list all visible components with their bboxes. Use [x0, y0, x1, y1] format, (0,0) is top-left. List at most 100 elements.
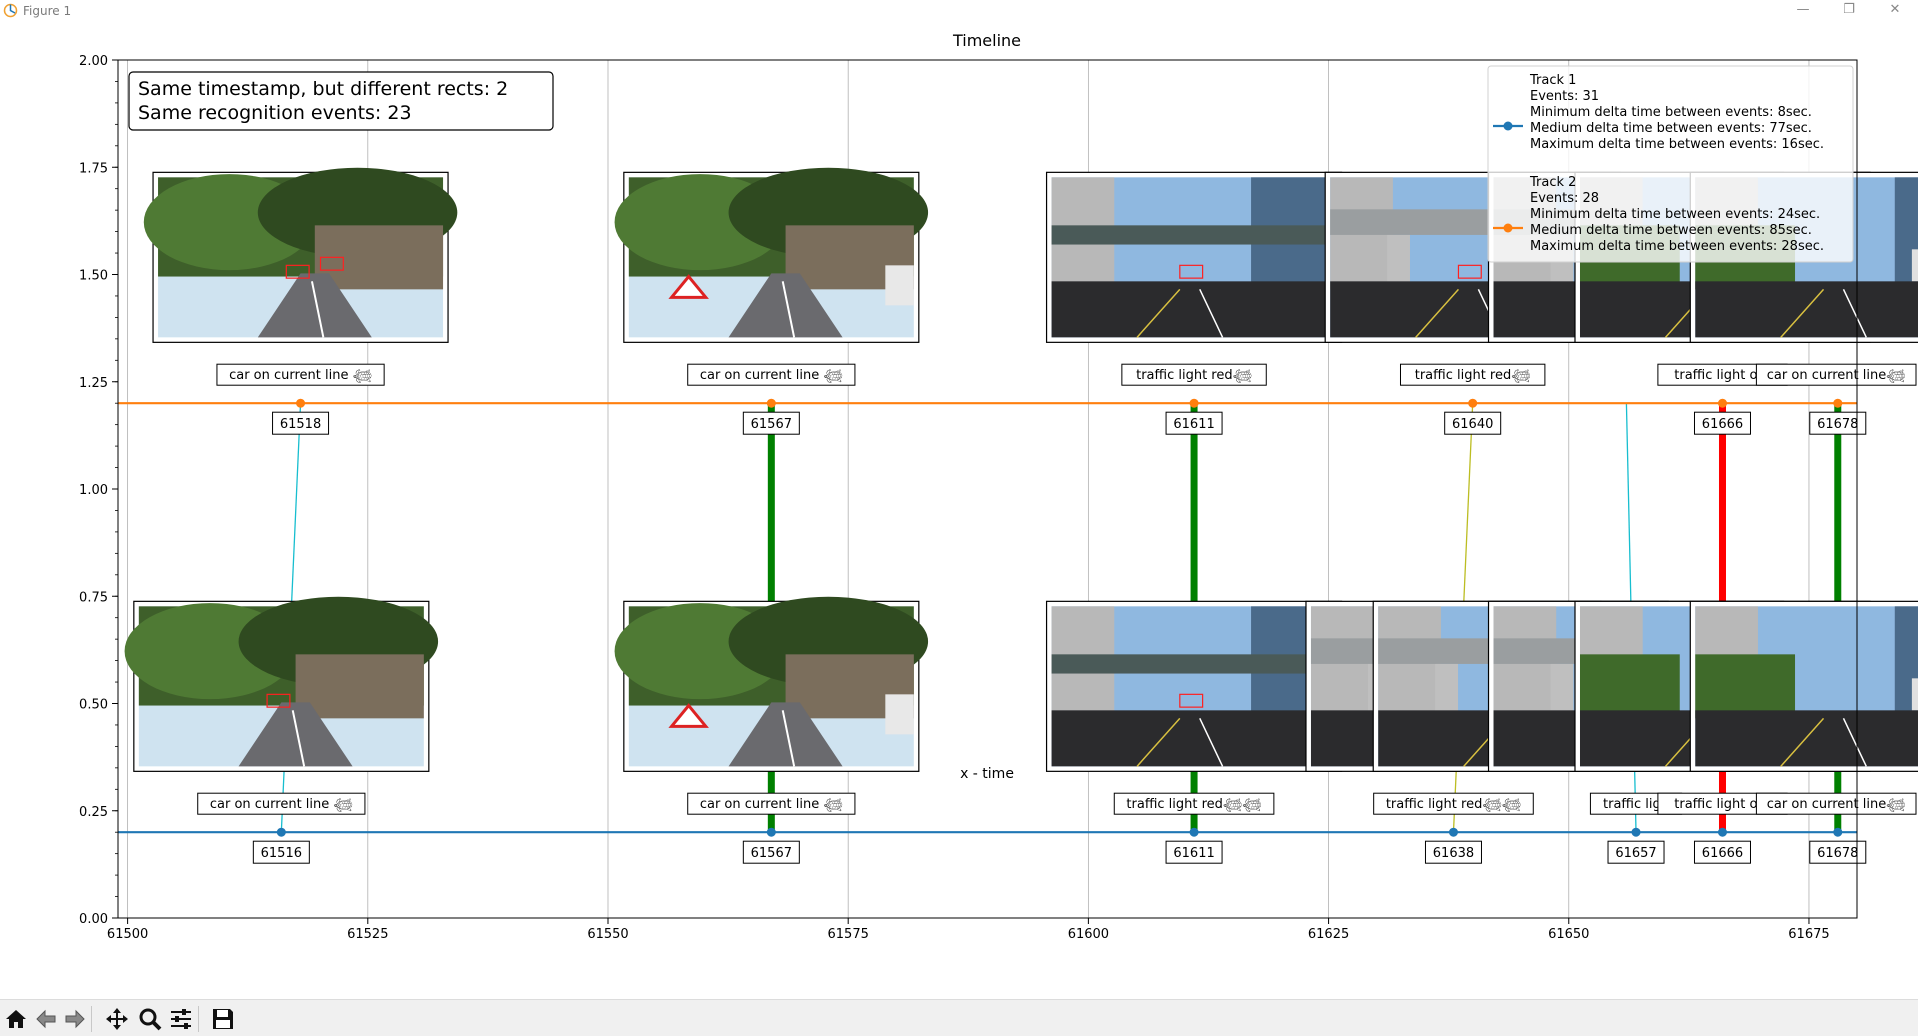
x-tick-label: 61600 [1068, 927, 1109, 942]
y-tick-label: 0.00 [79, 912, 108, 927]
arrow-right-icon [65, 1009, 85, 1029]
stats-line-2: Same recognition events: 23 [138, 102, 412, 124]
y-tick-label: 0.75 [79, 590, 108, 605]
event-id: 61678 [1817, 417, 1858, 432]
pan-button[interactable] [104, 1006, 130, 1032]
event-thumbnail [614, 596, 929, 772]
event-label: car on current line 𓆉 [229, 368, 372, 384]
legend-marker [1503, 121, 1513, 131]
y-tick-label: 0.25 [79, 805, 108, 820]
event-marker [766, 827, 776, 837]
restore-icon[interactable]: ❐ [1826, 0, 1872, 22]
event-thumbnail [143, 167, 458, 343]
y-tick-label: 1.00 [79, 483, 108, 498]
legend-text: Minimum delta time between events: 24sec… [1530, 207, 1820, 222]
legend-text: Events: 28 [1530, 191, 1599, 206]
event-id: 61518 [280, 417, 321, 432]
photo-pillar [1387, 234, 1410, 290]
event-id: 61657 [1615, 846, 1656, 861]
stats-line-1: Same timestamp, but different rects: 2 [138, 78, 508, 100]
event-label: car on current line 𓆉 [210, 797, 353, 813]
y-tick-label: 0.50 [79, 698, 108, 713]
event-marker [1448, 827, 1458, 837]
x-tick-label: 61500 [107, 927, 148, 942]
event-id: 61638 [1433, 846, 1474, 861]
home-button[interactable] [3, 1006, 29, 1032]
back-button[interactable] [33, 1006, 59, 1032]
event-thumbnail [1045, 600, 1343, 772]
forward-button[interactable] [62, 1006, 88, 1032]
save-button[interactable] [210, 1006, 236, 1032]
event-id: 61640 [1452, 417, 1493, 432]
event-id: 61567 [751, 846, 792, 861]
event-marker [1631, 827, 1641, 837]
event-marker [1833, 398, 1843, 408]
event-marker [1717, 827, 1727, 837]
event-marker [1189, 827, 1199, 837]
chart-title: Timeline [952, 31, 1021, 50]
timeline-chart: car on current line 𓆉 61516 car on current… [79, 31, 1918, 942]
floppy-disk-icon [213, 1009, 233, 1029]
event-id: 61666 [1702, 846, 1743, 861]
event-marker [1717, 398, 1727, 408]
event-marker [1189, 398, 1199, 408]
event-label: car on current line 𓆉 [700, 797, 843, 813]
photo-pillar [1435, 663, 1459, 719]
y-tick-label: 2.00 [79, 54, 108, 69]
event-id: 61567 [751, 417, 792, 432]
close-icon[interactable]: ✕ [1872, 0, 1918, 22]
legend-text: Events: 31 [1530, 89, 1599, 104]
y-tick-label: 1.75 [79, 161, 108, 176]
event-label: car on current line 𓆉 [700, 368, 843, 384]
window-titlebar: Figure 1 — ❐ ✕ [0, 0, 1918, 22]
event-label: car on current line𓆉 [1767, 368, 1906, 384]
photo-trees [1579, 654, 1680, 719]
photo-bridge [1051, 225, 1337, 245]
event-label: traffic light red𓆉 [1415, 368, 1531, 384]
legend-marker [1503, 223, 1513, 233]
navigation-toolbar [0, 999, 1918, 1036]
photo-bus [1911, 678, 1918, 711]
x-tick-label: 61525 [347, 927, 388, 942]
event-id: 61611 [1173, 417, 1214, 432]
event-label: traffic light red𓆉𓆉 [1386, 797, 1521, 813]
x-axis-label: x - time [960, 766, 1014, 782]
x-tick-label: 61650 [1548, 927, 1589, 942]
x-tick-label: 61575 [828, 927, 869, 942]
event-id: 61611 [1173, 846, 1214, 861]
event-id: 61516 [261, 846, 302, 861]
photo-trees [1695, 654, 1796, 719]
x-tick-label: 61675 [1788, 927, 1829, 942]
event-id: 61666 [1702, 417, 1743, 432]
photo-vehicle [885, 265, 914, 306]
photo-pillar [1550, 663, 1574, 719]
event-marker [296, 398, 306, 408]
event-label: car on current line𓆉 [1767, 797, 1906, 813]
toolbar-separator [91, 1006, 92, 1032]
event-thumbnail [1045, 171, 1343, 343]
x-tick-label: 61625 [1308, 927, 1349, 942]
legend-text: Minimum delta time between events: 8sec. [1530, 105, 1812, 120]
sliders-icon [171, 1009, 191, 1029]
legend-text: Medium delta time between events: 85sec. [1530, 223, 1812, 238]
photo-wall [295, 654, 424, 719]
photo-road [1051, 710, 1337, 767]
home-icon [6, 1010, 26, 1028]
x-tick-label: 61550 [587, 927, 628, 942]
subplots-button[interactable] [168, 1006, 194, 1032]
figure-canvas[interactable]: car on current line 𓆉 61516 car on current… [0, 22, 1918, 999]
legend-text: Maximum delta time between events: 28sec… [1530, 239, 1824, 254]
event-thumbnail [1689, 600, 1918, 772]
window-title: Figure 1 [23, 4, 72, 18]
legend-text: Maximum delta time between events: 16sec… [1530, 137, 1824, 152]
event-marker [1833, 827, 1843, 837]
event-thumbnail [614, 167, 929, 343]
legend-text: Track 1 [1529, 73, 1576, 88]
magnifier-icon [139, 1008, 162, 1031]
move-icon [106, 1008, 128, 1030]
y-tick-label: 1.25 [79, 376, 108, 391]
toolbar-separator [198, 1006, 199, 1032]
event-id: 61678 [1817, 846, 1858, 861]
zoom-button[interactable] [137, 1006, 163, 1032]
minimize-icon[interactable]: — [1780, 0, 1826, 22]
